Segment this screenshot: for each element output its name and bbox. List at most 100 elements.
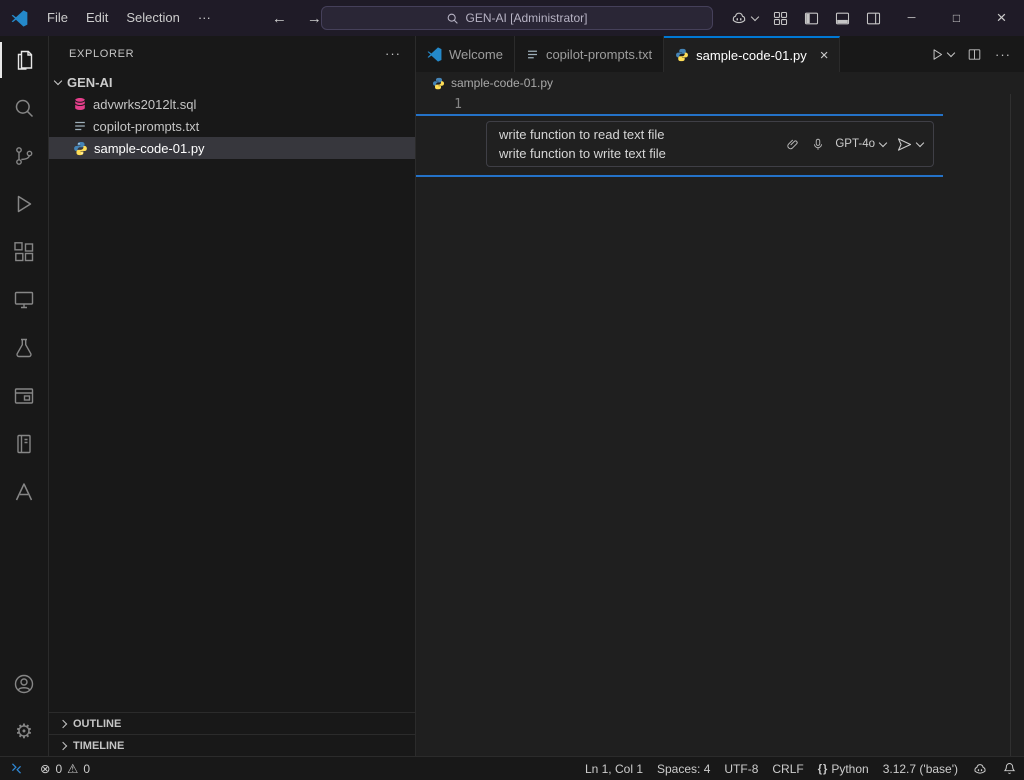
- python-file-icon: [432, 77, 445, 90]
- activity-run-debug[interactable]: [0, 180, 48, 228]
- panel-left-icon: [803, 10, 820, 27]
- microphone-icon: [814, 138, 823, 150]
- activity-settings[interactable]: ⚙: [0, 708, 48, 756]
- copilot-status[interactable]: [965, 757, 995, 780]
- files-icon: [12, 48, 36, 72]
- tab-copilot-prompts-txt[interactable]: copilot-prompts.txt: [514, 36, 665, 72]
- encoding-status[interactable]: UTF-8: [717, 757, 765, 780]
- inline-chat-widget[interactable]: write function to read text file write f…: [486, 121, 934, 167]
- explorer-sidebar: EXPLORER ··· GEN-AI advwrks2012lt.sql co…: [49, 36, 416, 756]
- python-file-icon: [675, 48, 689, 62]
- menu-more[interactable]: ···: [189, 0, 220, 36]
- file-sample-code-01-py[interactable]: sample-code-01.py: [49, 137, 415, 159]
- activity-notebook[interactable]: [0, 420, 48, 468]
- tab-sample-code-01-py[interactable]: sample-code-01.py ×: [664, 36, 841, 72]
- editor-more-actions[interactable]: ···: [995, 47, 1011, 62]
- folder-gen-ai[interactable]: GEN-AI: [49, 71, 415, 93]
- run-python-button[interactable]: [930, 47, 956, 62]
- outline-label: OUTLINE: [73, 717, 122, 730]
- customize-layout-button[interactable]: [765, 0, 796, 36]
- toggle-secondary-sidebar-button[interactable]: [858, 0, 889, 36]
- cursor-position-status[interactable]: Ln 1, Col 1: [578, 757, 650, 780]
- eol-status[interactable]: CRLF: [765, 757, 810, 780]
- problems-status[interactable]: ⊗ 0 ⚠ 0: [33, 757, 97, 780]
- explorer-title: EXPLORER: [69, 47, 135, 60]
- model-picker[interactable]: GPT-4o: [835, 138, 888, 150]
- code-editor[interactable]: 1 write function to read text file write…: [416, 94, 1024, 756]
- timeline-section-header[interactable]: TIMELINE: [49, 734, 415, 756]
- menu-file[interactable]: File: [38, 0, 77, 36]
- outline-section-header[interactable]: OUTLINE: [49, 712, 415, 734]
- account-icon: [12, 672, 36, 696]
- search-icon: [12, 96, 36, 120]
- inline-chat-top-border: [416, 114, 943, 116]
- text-file-icon: [526, 48, 539, 61]
- chevron-down-icon: [915, 138, 925, 147]
- maximize-icon: □: [952, 11, 961, 25]
- inline-chat-input[interactable]: write function to read text file write f…: [499, 125, 786, 163]
- explorer-more-actions[interactable]: ···: [385, 46, 401, 61]
- send-button[interactable]: [896, 136, 925, 153]
- activity-extensions[interactable]: [0, 228, 48, 276]
- editor-scrollbar[interactable]: [1010, 94, 1024, 756]
- chat-prompt-line-2: write function to write text file: [499, 146, 666, 161]
- language-label: Python: [831, 761, 869, 776]
- activity-remote-explorer[interactable]: [0, 276, 48, 324]
- run-debug-icon: [12, 192, 36, 216]
- activity-azure[interactable]: [0, 468, 48, 516]
- breadcrumb-item[interactable]: sample-code-01.py: [451, 76, 553, 90]
- file-advwrks2012lt-sql[interactable]: advwrks2012lt.sql: [49, 93, 415, 115]
- maximize-button[interactable]: □: [934, 0, 979, 36]
- minimize-button[interactable]: ─: [889, 0, 934, 36]
- activity-testing[interactable]: [0, 324, 48, 372]
- command-center-search[interactable]: GEN-AI [Administrator]: [321, 6, 713, 30]
- warning-count: 0: [83, 761, 91, 776]
- forward-icon[interactable]: →: [307, 10, 322, 27]
- inline-chat-bottom-border: [416, 175, 943, 177]
- activity-accounts[interactable]: [0, 660, 48, 708]
- attach-context-button[interactable]: [786, 137, 801, 152]
- remote-indicator[interactable]: [0, 757, 33, 780]
- close-icon: ×: [996, 8, 1007, 27]
- editor-actions: ···: [930, 36, 1024, 72]
- main-area: ⚙ EXPLORER ··· GEN-AI advwrks2012lt.sql …: [0, 36, 1024, 756]
- activity-dev-container[interactable]: [0, 372, 48, 420]
- minimize-icon: ─: [907, 12, 916, 24]
- layout-grid-icon: [772, 10, 789, 27]
- tab-welcome[interactable]: Welcome: [416, 36, 515, 72]
- breadcrumb: sample-code-01.py: [416, 72, 1024, 94]
- file-copilot-prompts-txt[interactable]: copilot-prompts.txt: [49, 115, 415, 137]
- line-number: 1: [454, 96, 462, 112]
- tab-label: sample-code-01.py: [696, 47, 807, 63]
- back-icon[interactable]: ←: [272, 10, 287, 27]
- split-editor-button[interactable]: [967, 47, 982, 62]
- voice-input-button[interactable]: [811, 137, 825, 152]
- copilot-icon: [974, 763, 986, 774]
- indentation-status[interactable]: Spaces: 4: [650, 757, 717, 780]
- toggle-panel-button[interactable]: [827, 0, 858, 36]
- copilot-menu-button[interactable]: [723, 0, 765, 36]
- sql-file-icon: [73, 97, 87, 111]
- remote-icon: [11, 763, 22, 774]
- file-name: sample-code-01.py: [94, 140, 205, 156]
- menu-selection[interactable]: Selection: [117, 0, 188, 36]
- panel-bottom-icon: [834, 10, 851, 27]
- explorer-empty-space: [49, 159, 415, 712]
- error-count: 0: [55, 761, 63, 776]
- menu-edit[interactable]: Edit: [77, 0, 117, 36]
- close-button[interactable]: ×: [979, 0, 1024, 36]
- activity-explorer[interactable]: [0, 36, 48, 84]
- warning-icon: ⚠: [67, 762, 79, 776]
- activity-source-control[interactable]: [0, 132, 48, 180]
- notifications-status[interactable]: [995, 757, 1024, 780]
- activity-search[interactable]: [0, 84, 48, 132]
- toggle-sidebar-button[interactable]: [796, 0, 827, 36]
- python-interpreter-status[interactable]: 3.12.7 ('base'): [876, 757, 965, 780]
- titlebar-right: ─ □ ×: [723, 0, 1024, 36]
- vscode-window: File Edit Selection ··· ← → GEN-AI [Admi…: [0, 0, 1024, 780]
- editor-group: Welcome copilot-prompts.txt sample-code-…: [416, 36, 1024, 756]
- language-mode-status[interactable]: { } Python: [811, 757, 876, 780]
- tab-close-icon[interactable]: ×: [820, 47, 829, 64]
- azure-icon: [12, 480, 36, 504]
- panel-right-icon: [865, 10, 882, 27]
